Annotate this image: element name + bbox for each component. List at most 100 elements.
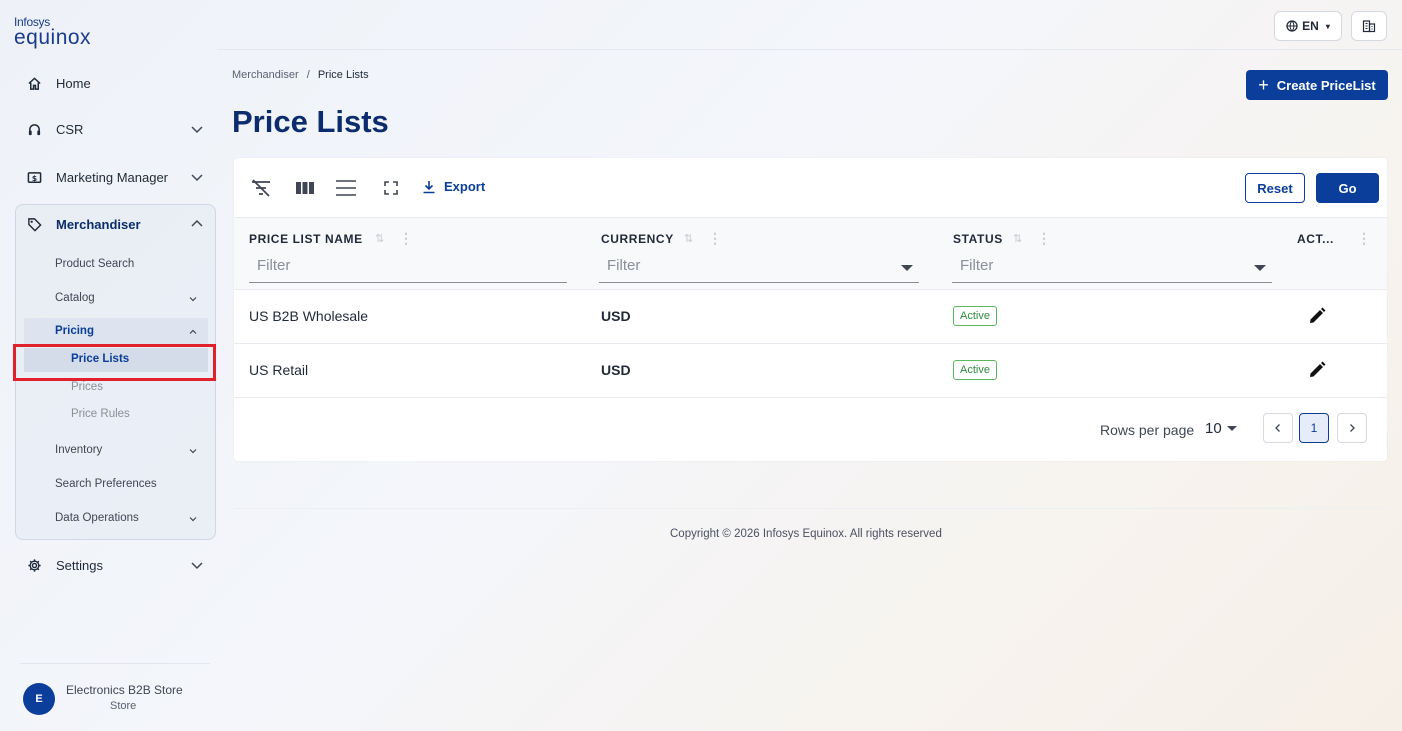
language-label: EN — [1302, 19, 1319, 33]
sidebar-item-label: Data Operations — [55, 512, 139, 524]
column-header-currency[interactable]: CURRENCY — [601, 232, 674, 246]
status-badge: Active — [953, 360, 997, 380]
caret-down-icon — [1226, 426, 1237, 431]
table-toolbar: Export Reset Go — [234, 158, 1387, 218]
rows-per-page-value: 10 — [1205, 420, 1222, 437]
sidebar-item-search-preferences[interactable]: Search Preferences — [55, 478, 157, 490]
gear-icon — [26, 557, 42, 573]
price-list-name[interactable]: US Retail — [249, 362, 308, 378]
currency-cell: USD — [601, 362, 631, 378]
density-icon[interactable] — [335, 178, 357, 198]
go-button[interactable]: Go — [1316, 173, 1379, 203]
sidebar-item-data-operations[interactable]: Data Operations — [55, 512, 197, 524]
building-icon — [1362, 20, 1376, 33]
fullscreen-icon[interactable] — [380, 178, 402, 198]
sidebar-item-pricing[interactable]: Pricing — [55, 325, 197, 337]
sidebar-item-merchandiser[interactable]: Merchandiser — [14, 209, 214, 239]
sidebar-item-label: Home — [56, 75, 91, 91]
sidebar-item-product-search[interactable]: Product Search — [55, 258, 134, 270]
brand-line2: equinox — [14, 26, 92, 49]
home-icon — [26, 75, 42, 91]
sidebar-item-prices[interactable]: Prices — [71, 381, 103, 393]
column-header-status[interactable]: STATUS — [953, 232, 1003, 246]
sidebar-item-label: Price Rules — [71, 408, 130, 420]
table-row[interactable]: US Retail USD Active — [234, 344, 1387, 398]
currency-filter-placeholder: Filter — [607, 257, 641, 274]
price-lists-card: Export Reset Go PRICE LIST NAME ⇅ ⋮ Filt… — [234, 158, 1387, 461]
create-pricelist-label: Create PriceList — [1276, 77, 1376, 93]
chevron-down-icon — [189, 517, 197, 522]
copyright-text: Copyright © 2026 Infosys Equinox. All ri… — [670, 528, 942, 540]
sidebar-item-home[interactable]: Home — [14, 68, 214, 98]
sort-icon[interactable]: ⇅ — [684, 232, 693, 245]
sidebar-item-label: Merchandiser — [56, 216, 141, 232]
sort-icon[interactable]: ⇅ — [375, 232, 384, 245]
sidebar-item-inventory[interactable]: Inventory — [55, 444, 197, 456]
edit-icon[interactable] — [1307, 360, 1327, 380]
dollar-icon: $ — [26, 169, 42, 185]
caret-down-icon — [1254, 265, 1266, 271]
currency-cell: USD — [601, 308, 631, 324]
sidebar: Infosys equinox Home CSR $ Marketing Man… — [0, 0, 217, 731]
column-menu-icon[interactable]: ⋮ — [1037, 230, 1051, 247]
price-list-name[interactable]: US B2B Wholesale — [249, 308, 368, 324]
breadcrumb-separator: / — [306, 69, 310, 81]
rows-per-page-label: Rows per page — [1100, 422, 1195, 438]
sort-icon[interactable]: ⇅ — [1013, 232, 1022, 245]
chevron-down-icon — [191, 562, 203, 570]
currency-filter-select[interactable]: Filter — [599, 255, 919, 283]
pricing-row-bg — [24, 318, 208, 344]
store-name: Electronics B2B Store — [66, 683, 183, 697]
status-filter-select[interactable]: Filter — [952, 255, 1272, 283]
chevron-right-icon — [1350, 424, 1355, 432]
name-filter-input[interactable]: Filter — [249, 255, 567, 283]
clear-filter-icon[interactable] — [250, 178, 272, 198]
export-button[interactable]: Export — [422, 179, 485, 194]
sidebar-item-price-rules[interactable]: Price Rules — [71, 408, 130, 420]
column-header-name[interactable]: PRICE LIST NAME — [249, 232, 363, 246]
chevron-down-icon — [191, 174, 203, 182]
footer-divider — [234, 508, 1387, 509]
sidebar-item-label: Inventory — [55, 444, 103, 456]
chevron-down-icon — [189, 449, 197, 454]
chevron-up-icon — [189, 329, 197, 334]
column-menu-icon[interactable]: ⋮ — [708, 230, 722, 247]
column-menu-icon[interactable]: ⋮ — [399, 230, 413, 247]
columns-icon[interactable] — [294, 178, 316, 198]
sidebar-item-catalog[interactable]: Catalog — [55, 292, 197, 304]
sidebar-item-csr[interactable]: CSR — [14, 114, 214, 144]
column-header-actions[interactable]: ACT... — [1297, 232, 1334, 246]
sidebar-item-label: Marketing Manager — [56, 169, 168, 185]
table-header: PRICE LIST NAME ⇅ ⋮ Filter CURRENCY ⇅ ⋮ … — [234, 218, 1387, 290]
column-menu-icon[interactable]: ⋮ — [1357, 230, 1371, 247]
sidebar-item-marketing-manager[interactable]: $ Marketing Manager — [14, 162, 214, 192]
export-label: Export — [444, 179, 486, 194]
page-title: Price Lists — [232, 104, 389, 139]
breadcrumb: Merchandiser / Price Lists — [232, 69, 369, 81]
highlight-box — [13, 344, 216, 381]
edit-icon[interactable] — [1307, 306, 1327, 326]
plus-icon: + — [1258, 75, 1269, 95]
prev-page-button[interactable] — [1263, 413, 1293, 443]
status-filter-placeholder: Filter — [960, 257, 994, 274]
tag-icon — [26, 216, 42, 232]
page-button[interactable]: 1 — [1299, 413, 1329, 443]
breadcrumb-parent[interactable]: Merchandiser — [232, 69, 299, 81]
brand-logo[interactable]: Infosys equinox — [14, 16, 91, 48]
avatar[interactable]: E — [23, 683, 55, 715]
sidebar-item-label: Catalog — [55, 292, 95, 304]
language-selector[interactable]: EN ▾ — [1274, 11, 1342, 41]
sidebar-item-label: Search Preferences — [55, 478, 157, 490]
next-page-button[interactable] — [1337, 413, 1367, 443]
create-pricelist-button[interactable]: + Create PriceList — [1246, 70, 1388, 100]
store-switcher-button[interactable] — [1351, 11, 1387, 41]
reset-button[interactable]: Reset — [1245, 173, 1305, 203]
sidebar-item-settings[interactable]: Settings — [14, 550, 214, 580]
chevron-up-icon — [191, 219, 203, 227]
svg-text:$: $ — [31, 173, 36, 182]
table-row[interactable]: US B2B Wholesale USD Active — [234, 290, 1387, 344]
chevron-down-icon — [189, 297, 197, 302]
status-badge: Active — [953, 306, 997, 326]
rows-per-page-select[interactable]: 10 — [1205, 420, 1237, 437]
globe-icon — [1286, 20, 1298, 32]
